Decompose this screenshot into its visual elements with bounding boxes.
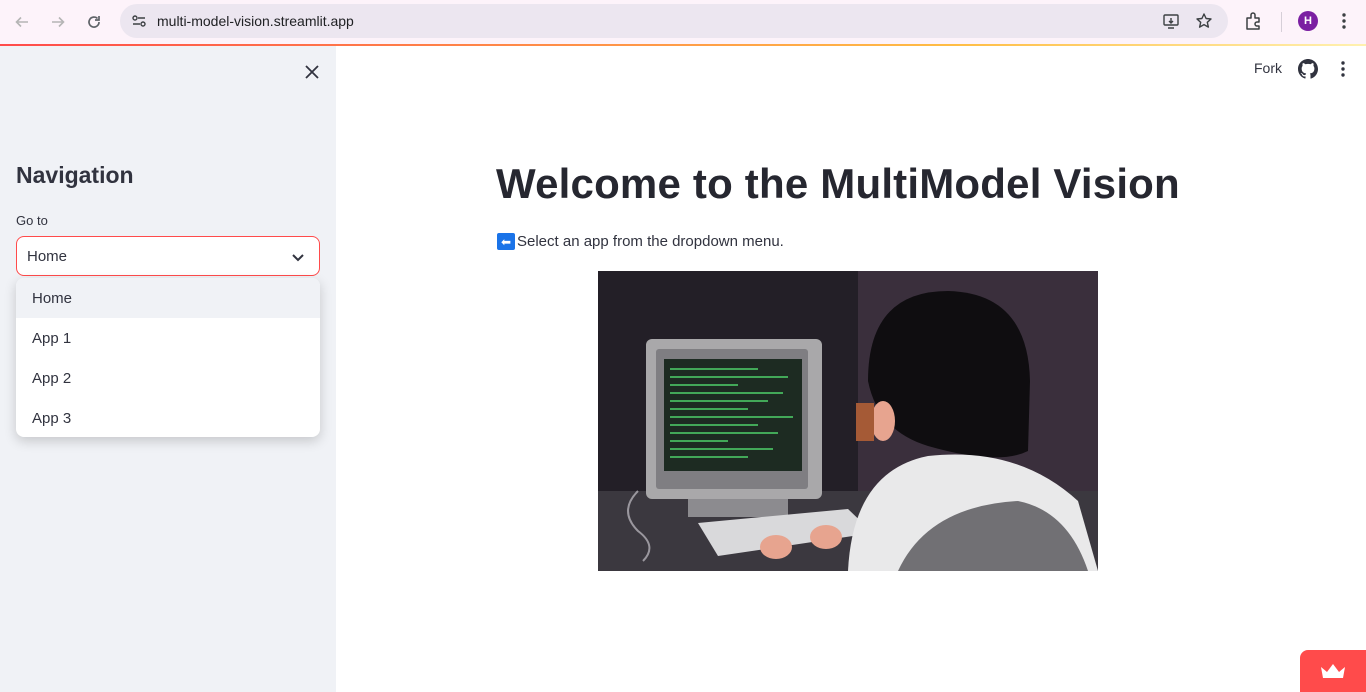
option-app-2[interactable]: App 2: [16, 358, 320, 398]
programmer-illustration: [598, 271, 1098, 571]
subtitle-text: Select an app from the dropdown menu.: [517, 233, 784, 250]
streamlit-manage-app-button[interactable]: [1300, 650, 1366, 692]
browser-menu-icon[interactable]: [1334, 10, 1354, 32]
page-select[interactable]: Home: [16, 236, 320, 276]
url-text[interactable]: multi-model-vision.streamlit.app: [157, 13, 354, 29]
select-value: Home: [27, 248, 68, 265]
option-app-1[interactable]: App 1: [16, 318, 320, 358]
reload-icon: [88, 16, 100, 28]
install-app-icon[interactable]: [1161, 11, 1181, 31]
arrow-left-icon: [15, 16, 28, 28]
select-label: Go to: [16, 213, 48, 228]
chevron-down-icon: [292, 254, 304, 262]
select-dropdown-menu: Home App 1 App 2 App 3: [16, 278, 320, 437]
arrow-right-icon: [52, 16, 65, 28]
profile-avatar[interactable]: H: [1298, 11, 1318, 31]
browser-toolbar: multi-model-vision.streamlit.app H: [0, 0, 1366, 46]
subtitle-line: ⬅ Select an app from the dropdown menu.: [497, 233, 784, 250]
sidebar-title: Navigation: [16, 162, 134, 188]
app-menu-icon[interactable]: [1335, 59, 1351, 79]
address-bar[interactable]: multi-model-vision.streamlit.app: [120, 4, 1228, 38]
hero-image: [598, 271, 1098, 571]
left-arrow-emoji-icon: ⬅: [497, 233, 515, 250]
extensions-icon[interactable]: [1243, 10, 1265, 32]
fork-button[interactable]: Fork: [1254, 60, 1282, 76]
option-home[interactable]: Home: [16, 278, 320, 318]
option-app-3[interactable]: App 3: [16, 398, 320, 437]
page-title: Welcome to the MultiModel Vision: [496, 160, 1180, 207]
forward-button[interactable]: [44, 8, 72, 36]
reload-button[interactable]: [80, 8, 108, 36]
crown-icon: [1321, 664, 1345, 678]
github-icon[interactable]: [1298, 59, 1318, 79]
close-sidebar-icon[interactable]: [300, 60, 324, 84]
site-settings-icon[interactable]: [130, 12, 148, 30]
back-button[interactable]: [8, 8, 36, 36]
toolbar-divider: [1281, 12, 1282, 32]
bookmark-star-icon[interactable]: [1194, 11, 1214, 31]
sidebar: Navigation Go to Home Home App 1 App 2 A…: [0, 46, 336, 692]
